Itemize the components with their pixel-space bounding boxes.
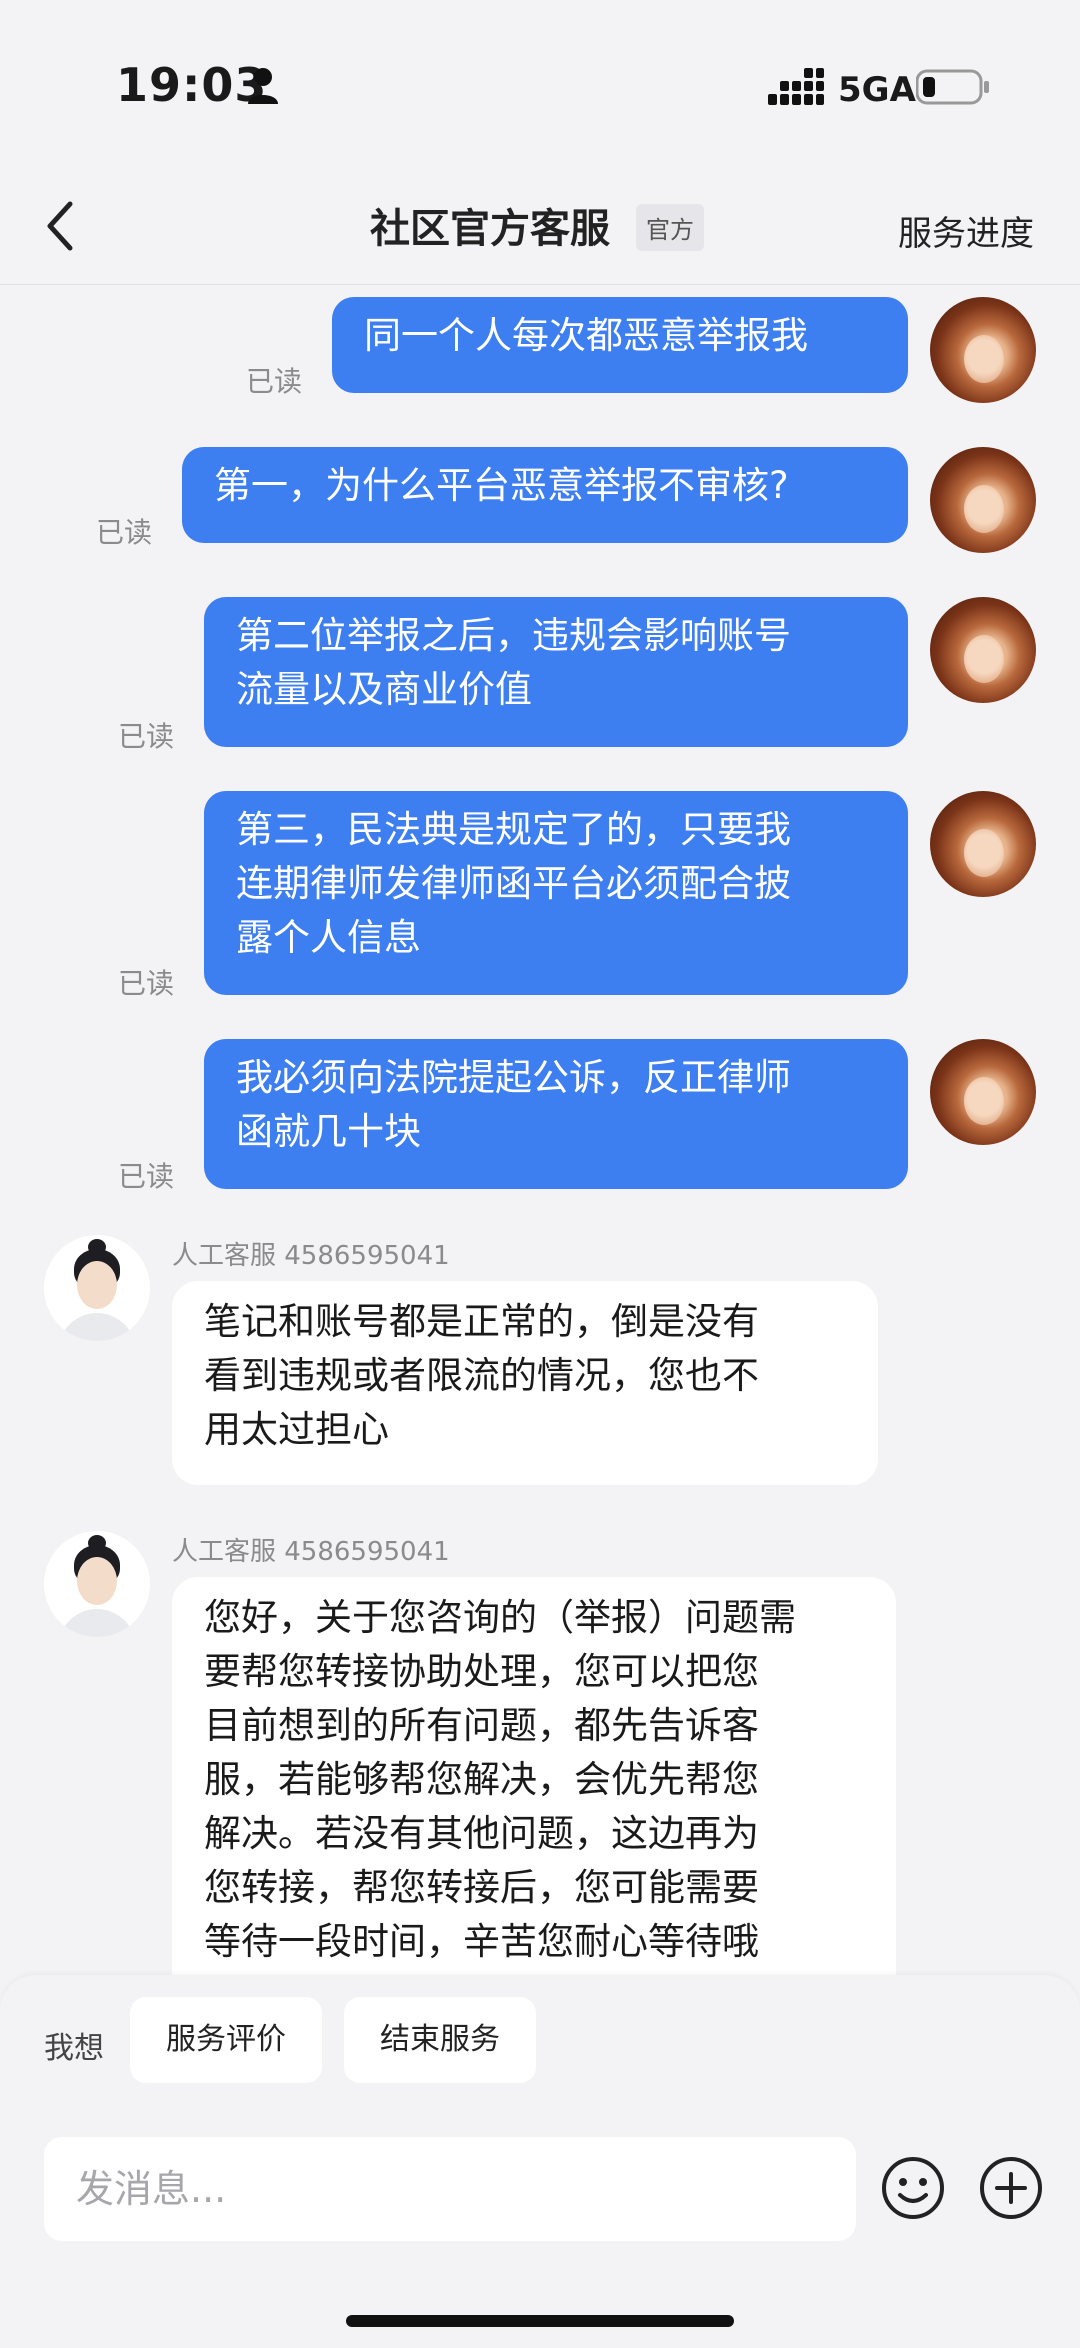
message-line: 笔记和账号都是正常的，倒是没有 — [204, 1300, 759, 1343]
my-avatar[interactable] — [930, 597, 1036, 703]
chat-header: 社区官方客服 官方 服务进度 — [0, 170, 1080, 285]
agent-message-bubble[interactable]: 笔记和账号都是正常的，倒是没有 看到违规或者限流的情况，您也不 用太过担心 — [172, 1281, 878, 1485]
my-avatar[interactable] — [930, 791, 1036, 897]
status-bar: 19:03 5GA — [0, 0, 1080, 170]
message-input-box[interactable] — [44, 2137, 856, 2241]
message-line: 解决。若没有其他问题，这边再为 — [204, 1812, 759, 1855]
official-badge: 官方 — [636, 204, 704, 251]
person-icon — [248, 68, 278, 104]
agent-avatar[interactable] — [44, 1235, 150, 1341]
message-line: 您转接，帮您转接后，您可能需要 — [204, 1866, 759, 1909]
home-indicator — [346, 2315, 734, 2327]
message-input[interactable] — [44, 2137, 856, 2241]
service-rating-button[interactable]: 服务评价 — [130, 1997, 322, 2083]
network-label: 5GA — [838, 70, 916, 110]
agent-name: 人工客服 4586595041 — [172, 1537, 450, 1567]
agent-name: 人工客服 4586595041 — [172, 1241, 450, 1271]
service-progress-link[interactable]: 服务进度 — [898, 206, 1034, 255]
message-line: 露个人信息 — [236, 916, 421, 959]
status-time: 19:03 — [116, 58, 268, 112]
message-line: 等待一段时间，辛苦您耐心等待哦 — [204, 1920, 759, 1963]
agent-message-bubble[interactable]: 您好，关于您咨询的（举报）问题需 要帮您转接协助处理，您可以把您 目前想到的所有… — [172, 1577, 896, 1975]
read-status: 已读 — [245, 365, 302, 398]
my-message-bubble[interactable]: 我必须向法院提起公诉，反正律师 函就几十块 — [204, 1039, 908, 1189]
read-status: 已读 — [95, 516, 152, 549]
chat-messages[interactable]: 已读 同一个人每次都恶意举报我 已读 第一，为什么平台恶意举报不审核? 已读 第… — [0, 285, 1080, 1975]
message-line: 您好，关于您咨询的（举报）问题需 — [204, 1596, 796, 1639]
my-avatar[interactable] — [930, 297, 1036, 403]
signal-icon — [768, 68, 824, 105]
back-arrow-icon[interactable] — [40, 198, 80, 254]
message-line: 第三，民法典是规定了的，只要我 — [236, 808, 791, 851]
my-message-bubble[interactable]: 第三，民法典是规定了的，只要我 连期律师发律师函平台必须配合披 露个人信息 — [204, 791, 908, 995]
my-message-bubble[interactable]: 第一，为什么平台恶意举报不审核? — [182, 447, 908, 543]
my-avatar[interactable] — [930, 1039, 1036, 1145]
plus-icon[interactable] — [978, 2155, 1044, 2221]
message-line: 要帮您转接协助处理，您可以把您 — [204, 1650, 759, 1693]
bottom-panel: 我想 服务评价 结束服务 — [0, 1975, 1080, 2348]
message-line: 看到违规或者限流的情况，您也不 — [204, 1354, 759, 1397]
read-status: 已读 — [117, 720, 174, 753]
message-text: 第一，为什么平台恶意举报不审核? — [214, 464, 789, 507]
end-service-button[interactable]: 结束服务 — [344, 1997, 536, 2083]
read-status: 已读 — [117, 967, 174, 1000]
my-avatar[interactable] — [930, 447, 1036, 553]
read-status: 已读 — [117, 1160, 174, 1193]
message-line: 流量以及商业价值 — [236, 668, 532, 711]
emoji-icon[interactable] — [880, 2155, 946, 2221]
message-text: 同一个人每次都恶意举报我 — [364, 314, 808, 357]
message-line: 服，若能够帮您解决，会优先帮您 — [204, 1758, 759, 1801]
quick-action-label: 我想 — [44, 2031, 104, 2066]
message-line: 我必须向法院提起公诉，反正律师 — [236, 1056, 791, 1099]
message-line: 第二位举报之后，违规会影响账号 — [236, 614, 791, 657]
my-message-bubble[interactable]: 第二位举报之后，违规会影响账号 流量以及商业价值 — [204, 597, 908, 747]
message-line: 函就几十块 — [236, 1110, 421, 1153]
message-line: 目前想到的所有问题，都先告诉客 — [204, 1704, 759, 1747]
battery-icon — [916, 69, 989, 105]
page-title: 社区官方客服 — [370, 206, 610, 252]
message-line: 连期律师发律师函平台必须配合披 — [236, 862, 791, 905]
my-message-bubble[interactable]: 同一个人每次都恶意举报我 — [332, 297, 908, 393]
agent-avatar[interactable] — [44, 1531, 150, 1637]
message-line: 用太过担心 — [204, 1408, 389, 1451]
